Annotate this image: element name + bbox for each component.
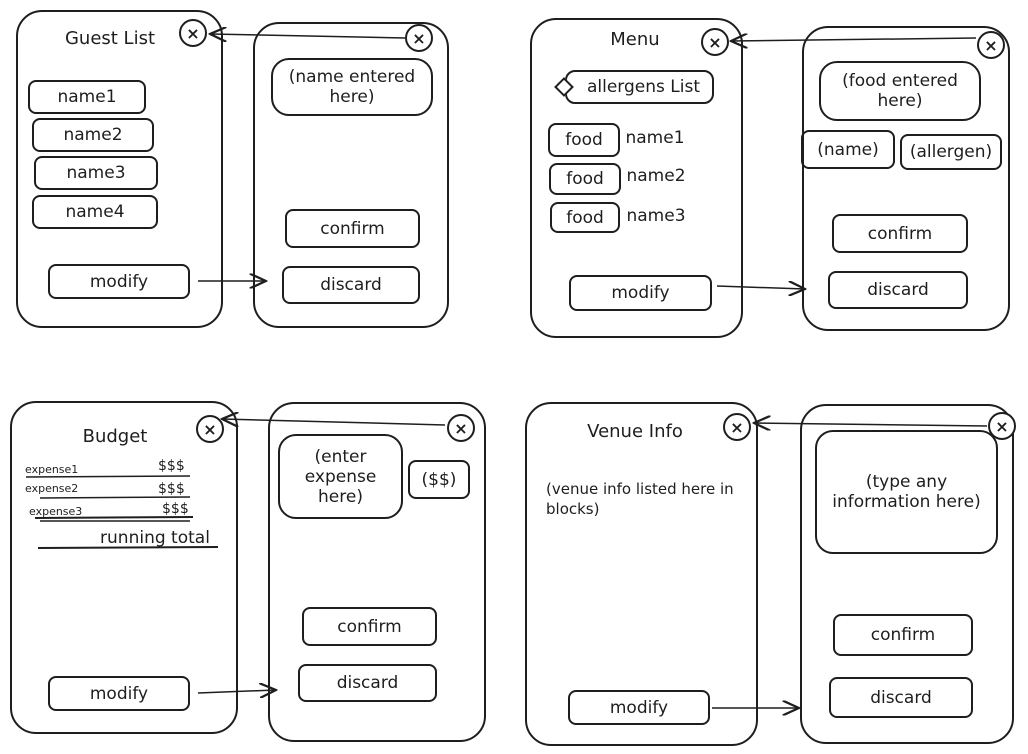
budget-title: Budget (82, 425, 148, 447)
guest-list-title: Guest List (64, 27, 156, 49)
guest-confirm-button[interactable]: confirm (285, 209, 420, 248)
menu-name-2: name2 (626, 166, 686, 187)
guest-name-2[interactable]: name2 (32, 118, 154, 152)
expense-label-3: expense3 (29, 505, 83, 518)
menu-food-1[interactable]: food (548, 123, 620, 157)
venue-modify-button[interactable]: modify (568, 690, 710, 725)
menu-food-3[interactable]: food (550, 202, 620, 233)
expense-label-1: expense1 (25, 463, 79, 476)
budget-edit-close-icon[interactable]: × (447, 414, 475, 442)
menu-name-3: name3 (626, 206, 686, 227)
guest-modify-button[interactable]: modify (48, 264, 190, 299)
budget-expense-entry[interactable]: (enter expense here) (278, 434, 403, 519)
menu-title: Menu (610, 28, 660, 50)
guest-name-1[interactable]: name1 (28, 80, 146, 114)
guest-name-4[interactable]: name4 (32, 195, 158, 229)
guest-list-close-icon[interactable]: × (179, 19, 207, 47)
budget-discard-button[interactable]: discard (298, 664, 437, 702)
expense-amount-1: $$$ (158, 458, 185, 474)
guest-discard-button[interactable]: discard (282, 266, 420, 304)
venue-close-icon[interactable]: × (723, 413, 751, 441)
menu-food-2[interactable]: food (549, 163, 621, 195)
budget-modify-button[interactable]: modify (48, 676, 190, 711)
guest-name-3[interactable]: name3 (34, 156, 158, 190)
budget-close-icon[interactable]: × (196, 415, 224, 443)
menu-allergen-field[interactable]: (allergen) (900, 134, 1002, 170)
menu-name-field[interactable]: (name) (801, 130, 895, 169)
expense-label-2: expense2 (25, 482, 79, 495)
menu-confirm-button[interactable]: confirm (832, 214, 968, 253)
allergens-list-button[interactable]: allergens List (565, 70, 714, 104)
venue-confirm-button[interactable]: confirm (833, 614, 973, 656)
menu-modify-button[interactable]: modify (569, 275, 712, 311)
running-total: running total (100, 528, 210, 549)
expense-amount-3: $$$ (162, 501, 189, 517)
allergens-list-label: allergens List (586, 77, 700, 97)
menu-name-1: name1 (625, 128, 685, 149)
budget-amount-field[interactable]: ($$) (408, 460, 470, 499)
menu-discard-button[interactable]: discard (828, 271, 968, 309)
menu-close-icon[interactable]: × (701, 28, 729, 56)
guest-edit-close-icon[interactable]: × (405, 24, 433, 52)
budget-confirm-button[interactable]: confirm (302, 607, 437, 646)
venue-title: Venue Info (587, 420, 683, 442)
menu-edit-close-icon[interactable]: × (977, 31, 1005, 59)
venue-discard-button[interactable]: discard (829, 677, 973, 718)
menu-food-entry[interactable]: (food entered here) (819, 61, 981, 121)
expense-amount-2: $$$ (158, 481, 185, 497)
venue-info-entry[interactable]: (type any information here) (815, 430, 998, 554)
venue-body-text: (venue info listed here in blocks) (546, 480, 734, 518)
guest-name-entry[interactable]: (name entered here) (271, 58, 433, 116)
